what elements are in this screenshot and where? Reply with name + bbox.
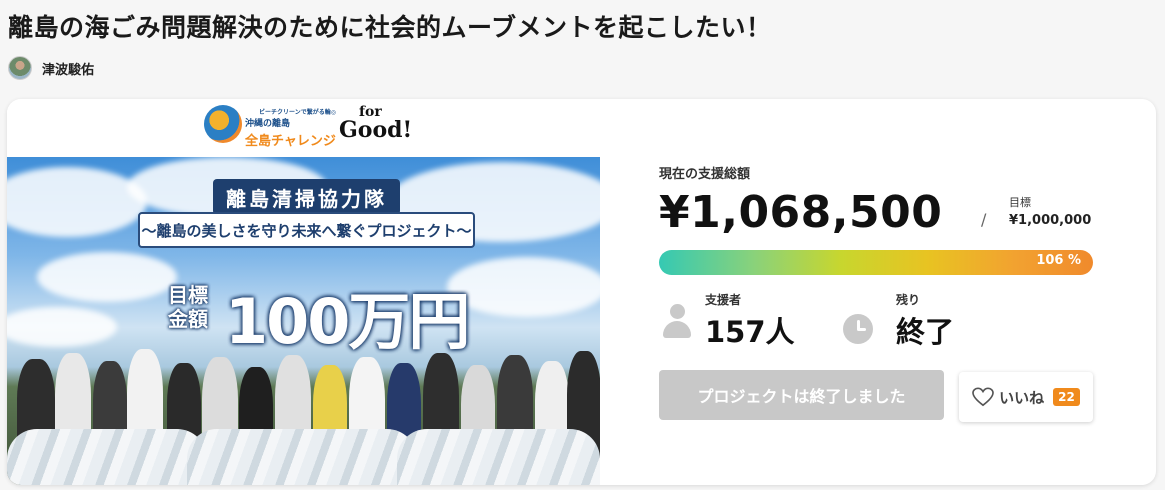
logo-strip: ビーチクリーンで繋がる輪◎ 沖縄の離島 全島チャレンジ for Good! [7, 99, 600, 157]
challenge-logo-title: 沖縄の離島 全島チャレンジ [245, 115, 336, 149]
funding-progress-bar: 106 % [659, 250, 1093, 275]
heart-icon [972, 387, 994, 407]
target-amount: ¥1,000,000 [1009, 213, 1092, 228]
forgood-logo: for Good! [339, 105, 412, 141]
total-amount: ¥1,068,500 [659, 187, 943, 238]
banner-tag: 離島清掃協力隊 [213, 179, 400, 215]
goal-label-line1: 目標 [168, 283, 208, 307]
group-photo: 離島清掃協力隊 〜離島の美しさを守り未来へ繋ぐプロジェクト〜 目標 金額 100… [7, 157, 600, 485]
banner-subtitle: 〜離島の美しさを守り未来へ繋ぐプロジェクト〜 [138, 212, 475, 248]
remaining-label: 残り [896, 293, 921, 307]
target-label: 目標 [1009, 196, 1031, 209]
challenge-logo-main: 全島チャレンジ [245, 134, 336, 149]
remaining-value: 終了 [896, 315, 955, 349]
challenge-logo-icon [204, 105, 242, 143]
total-label: 現在の支援総額 [659, 167, 751, 182]
project-card: ビーチクリーンで繋がる輪◎ 沖縄の離島 全島チャレンジ for Good! 離島… [7, 99, 1156, 485]
like-button[interactable]: いいね 22 [959, 372, 1093, 422]
supporters-label: 支援者 [705, 293, 742, 307]
clock-icon [843, 314, 873, 344]
owner-avatar[interactable] [8, 56, 32, 80]
person-icon [663, 304, 691, 338]
project-owner[interactable]: 津波駿佑 [8, 56, 94, 80]
goal-label-line2: 金額 [168, 307, 208, 331]
challenge-logo-prefix: 沖縄の離島 [245, 119, 291, 129]
project-ended-button[interactable]: プロジェクトは終了しました [659, 370, 944, 420]
project-title: 離島の海ごみ問題解決のために社会的ムーブメントを起こしたい！ [8, 13, 772, 42]
volunteer-crowd [7, 347, 600, 485]
progress-fill [659, 250, 1093, 275]
supporters-count: 157人 [705, 315, 795, 349]
like-label: いいね [999, 388, 1045, 407]
owner-name[interactable]: 津波駿佑 [42, 59, 94, 78]
forgood-logo-bottom: Good! [339, 117, 413, 143]
amount-separator: / [981, 210, 987, 229]
like-count-badge: 22 [1053, 388, 1080, 406]
progress-percent: 106 % [1036, 253, 1081, 268]
goal-label: 目標 金額 [168, 283, 208, 331]
project-hero-image: ビーチクリーンで繋がる輪◎ 沖縄の離島 全島チャレンジ for Good! 離島… [7, 99, 600, 485]
